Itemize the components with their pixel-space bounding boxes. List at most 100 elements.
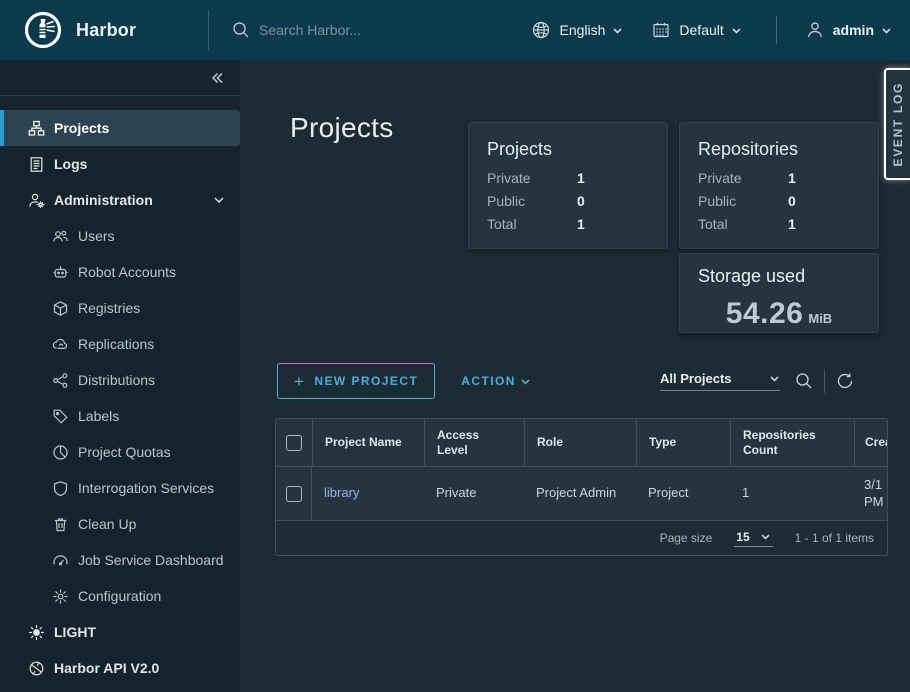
user-dropdown[interactable]: admin	[805, 20, 892, 40]
new-project-button[interactable]: + NEW PROJECT	[277, 363, 435, 399]
calendar-grid-icon	[651, 20, 671, 40]
chevron-down-icon	[760, 531, 771, 542]
brand-home-link[interactable]: Harbor	[0, 11, 208, 49]
header-user-divider	[776, 16, 777, 44]
row-checkbox[interactable]	[286, 486, 302, 502]
projects-icon	[28, 120, 45, 137]
pagination-range: 1 - 1 of 1 items	[795, 531, 874, 545]
select-all-checkbox[interactable]	[286, 435, 302, 451]
column-header-creation-time[interactable]: Creation Time	[854, 419, 887, 466]
registry-box-icon	[52, 300, 69, 317]
header-actions: English Default admin	[503, 16, 910, 44]
creation-time-cell: 3/1 PM	[854, 477, 887, 511]
sidebar-item-label: Robot Accounts	[78, 264, 176, 280]
project-filter-select[interactable]: All Projects	[660, 371, 780, 391]
creation-time-line2: PM	[864, 494, 887, 511]
action-label: ACTION	[461, 374, 516, 388]
column-header-repositories-count[interactable]: Repositories Count	[730, 419, 854, 466]
users-icon	[52, 228, 69, 245]
sidebar-item-project-quotas[interactable]: Project Quotas	[0, 434, 240, 470]
repositories-summary-card: Repositories Private 1 Public 0 Total 1	[679, 122, 879, 249]
column-header-access-level[interactable]: Access Level	[424, 419, 524, 466]
shield-icon	[52, 480, 69, 497]
storage-summary-card: Storage used 54.26MiB	[679, 253, 879, 333]
column-header-project-name[interactable]: Project Name	[312, 419, 424, 466]
sidebar-item-labels[interactable]: Labels	[0, 398, 240, 434]
sidebar-item-users[interactable]: Users	[0, 218, 240, 254]
sidebar-item-distributions[interactable]: Distributions	[0, 362, 240, 398]
page-size-label: Page size	[660, 531, 713, 545]
stat-label: Private	[487, 170, 577, 186]
role-cell: Project Admin	[524, 485, 636, 502]
globe-icon	[531, 20, 551, 40]
language-label: English	[559, 22, 605, 38]
action-dropdown-button[interactable]: ACTION	[461, 374, 531, 388]
sidebar-item-job-service-dashboard[interactable]: Job Service Dashboard	[0, 542, 240, 578]
type-cell: Project	[636, 485, 730, 502]
administration-icon	[28, 192, 45, 209]
page-size-select[interactable]: 15	[734, 530, 772, 547]
sidebar: Projects Logs Administration	[0, 60, 240, 692]
sidebar-item-label: Configuration	[78, 588, 161, 604]
projects-toolbar: + NEW PROJECT ACTION All Projects	[277, 362, 855, 400]
sun-icon	[28, 624, 45, 641]
language-dropdown[interactable]: English	[531, 20, 623, 40]
access-level-cell: Private	[424, 485, 524, 502]
event-log-label: EVENT LOG	[891, 82, 905, 166]
sidebar-item-light-theme[interactable]: LIGHT	[0, 614, 240, 650]
creation-time-line1: 3/1	[864, 477, 887, 494]
logs-icon	[28, 156, 45, 173]
filter-value: All Projects	[660, 371, 732, 386]
default-dropdown[interactable]: Default	[651, 20, 741, 40]
stat-label: Total	[487, 216, 577, 232]
stat-value: 0	[788, 193, 796, 209]
user-name: admin	[833, 22, 874, 38]
sidebar-item-logs[interactable]: Logs	[0, 146, 240, 182]
sidebar-item-clean-up[interactable]: Clean Up	[0, 506, 240, 542]
refresh-icon[interactable]	[835, 371, 855, 391]
stat-value: 1	[788, 216, 796, 232]
sidebar-item-projects[interactable]: Projects	[0, 110, 240, 146]
harbor-app: Harbor English	[0, 0, 910, 692]
sidebar-item-label: Distributions	[78, 372, 155, 388]
column-header-role[interactable]: Role	[524, 419, 636, 466]
chevron-down-icon	[881, 25, 892, 36]
trash-icon	[52, 516, 69, 533]
main-content: Projects Projects Private 1 Public 0 Tot…	[240, 60, 910, 692]
sidebar-collapse-row	[0, 60, 240, 96]
sidebar-item-robot-accounts[interactable]: Robot Accounts	[0, 254, 240, 290]
sidebar-item-administration[interactable]: Administration	[0, 182, 240, 218]
table-header-row: Project Name Access Level Role Type Repo…	[276, 419, 887, 467]
harbor-logo-icon	[24, 11, 62, 49]
sidebar-nav: Projects Logs Administration	[0, 96, 240, 686]
brand-name: Harbor	[76, 20, 136, 41]
sidebar-item-label: Clean Up	[78, 516, 136, 532]
search-input[interactable]	[259, 22, 479, 38]
table-search-icon[interactable]	[794, 371, 814, 391]
gear-icon	[52, 588, 69, 605]
stat-value: 1	[577, 170, 585, 186]
project-link[interactable]: library	[324, 485, 359, 500]
sidebar-item-label: Project Quotas	[78, 444, 171, 460]
card-title: Repositories	[698, 139, 860, 160]
chevron-down-icon	[520, 376, 531, 387]
row-select-cell	[276, 467, 312, 520]
sidebar-item-registries[interactable]: Registries	[0, 290, 240, 326]
event-log-tab[interactable]: EVENT LOG	[884, 68, 910, 180]
sidebar-item-configuration[interactable]: Configuration	[0, 578, 240, 614]
page-title: Projects	[290, 112, 394, 144]
stat-row: Total 1	[698, 216, 860, 232]
sidebar-item-interrogation-services[interactable]: Interrogation Services	[0, 470, 240, 506]
stat-row: Total 1	[487, 216, 649, 232]
table-row: library Private Project Admin Project 1 …	[276, 467, 887, 521]
sidebar-item-harbor-api[interactable]: Harbor API V2.0	[0, 650, 240, 686]
sidebar-item-replications[interactable]: Replications	[0, 326, 240, 362]
stat-label: Private	[698, 170, 788, 186]
top-header: Harbor English	[0, 0, 910, 60]
new-project-label: NEW PROJECT	[314, 374, 418, 388]
sidebar-collapse-button[interactable]	[208, 69, 226, 87]
global-search	[209, 20, 503, 40]
column-header-type[interactable]: Type	[636, 419, 730, 466]
storage-value: 54.26	[726, 297, 804, 330]
stat-row: Public 0	[487, 193, 649, 209]
